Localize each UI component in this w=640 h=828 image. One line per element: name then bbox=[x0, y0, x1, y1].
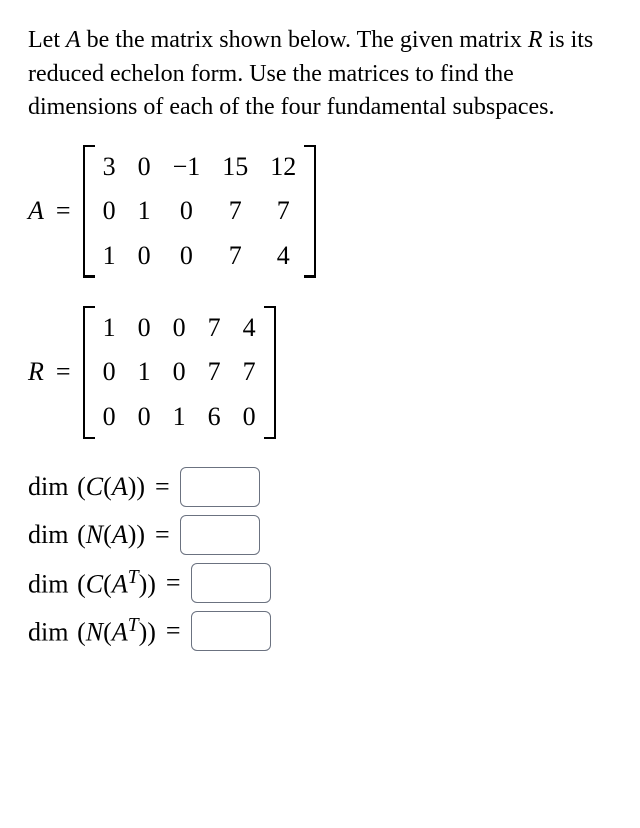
label-dim-nat: dim (N(AT)) bbox=[28, 612, 156, 651]
equals-sign: = bbox=[166, 565, 181, 601]
label-dim-cat: dim (C(AT)) bbox=[28, 564, 156, 603]
label-dim-na: dim (N(A)) bbox=[28, 517, 145, 553]
bracket-left-icon bbox=[83, 145, 93, 278]
answer-row-dim-cat: dim (C(AT)) = bbox=[28, 563, 612, 603]
input-dim-na[interactable] bbox=[180, 515, 260, 555]
equals-sign: = bbox=[56, 354, 71, 390]
input-dim-ca[interactable] bbox=[180, 467, 260, 507]
input-dim-cat[interactable] bbox=[191, 563, 271, 603]
equals-sign: = bbox=[155, 517, 170, 553]
input-dim-nat[interactable] bbox=[191, 611, 271, 651]
label-dim-ca: dim (C(A)) bbox=[28, 469, 145, 505]
equals-sign: = bbox=[155, 469, 170, 505]
bracket-right-icon bbox=[306, 145, 316, 278]
equals-sign: = bbox=[56, 193, 71, 229]
matrix-r-cells: 10074 01077 00160 bbox=[93, 306, 266, 439]
matrix-r-equation: R = 10074 01077 00160 bbox=[28, 306, 612, 439]
matrix-a-equation: A = 30−11512 01077 10074 bbox=[28, 145, 612, 278]
bracket-left-icon bbox=[83, 306, 93, 439]
matrix-a-cells: 30−11512 01077 10074 bbox=[93, 145, 307, 278]
matrix-r-label: R bbox=[28, 354, 44, 390]
matrix-a-label: A bbox=[28, 193, 44, 229]
bracket-right-icon bbox=[266, 306, 276, 439]
answer-row-dim-nat: dim (N(AT)) = bbox=[28, 611, 612, 651]
matrix-r: 10074 01077 00160 bbox=[83, 306, 276, 439]
answer-block: dim (C(A)) = dim (N(A)) = dim (C(AT)) = … bbox=[28, 467, 612, 651]
problem-text: Let A be the matrix shown below. The giv… bbox=[28, 24, 612, 125]
answer-row-dim-ca: dim (C(A)) = bbox=[28, 467, 612, 507]
equals-sign: = bbox=[166, 613, 181, 649]
answer-row-dim-na: dim (N(A)) = bbox=[28, 515, 612, 555]
matrix-a: 30−11512 01077 10074 bbox=[83, 145, 317, 278]
